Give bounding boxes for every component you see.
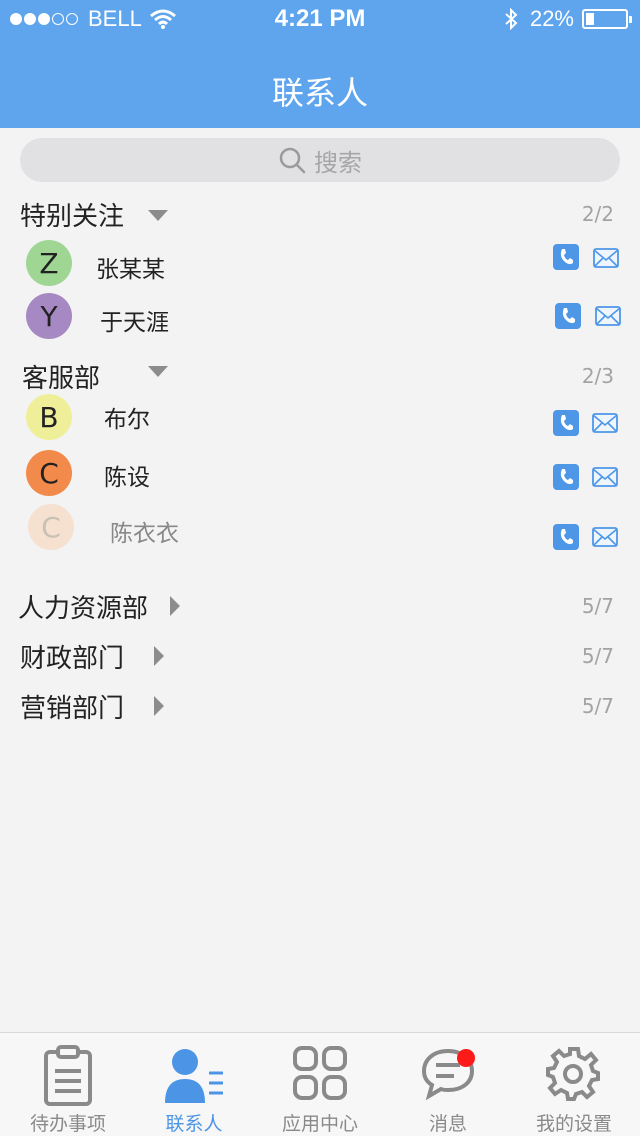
avatar: Z	[26, 240, 72, 286]
battery-percent: 22%	[529, 6, 574, 31]
contact-row[interactable]: C 陈衣衣	[0, 504, 640, 554]
email-button[interactable]	[595, 306, 621, 326]
contact-row[interactable]: Z 张某某	[0, 240, 640, 290]
nav-header: BELL 4:21 PM 22% 联系人	[0, 0, 640, 128]
contact-row[interactable]: Y 于天涯	[0, 293, 640, 343]
email-button[interactable]	[592, 467, 618, 487]
contact-name: 陈衣衣	[110, 521, 179, 547]
phone-icon	[560, 415, 573, 431]
mail-icon	[592, 527, 618, 547]
group-name: 人力资源部	[18, 594, 149, 624]
expand-arrow-icon	[148, 210, 168, 221]
search-placeholder: 搜索	[314, 148, 362, 177]
status-bar: BELL 4:21 PM 22%	[0, 0, 640, 40]
contacts-icon	[130, 1045, 258, 1107]
status-bar-right: 22%	[504, 6, 632, 32]
email-button[interactable]	[593, 248, 619, 268]
call-button[interactable]	[553, 410, 579, 436]
unread-badge	[457, 1049, 475, 1067]
collapse-arrow-icon	[170, 596, 180, 616]
page-title: 联系人	[271, 74, 368, 112]
phone-icon	[562, 308, 575, 324]
phone-icon	[560, 249, 573, 265]
contact-name: 陈设	[104, 465, 150, 491]
group-header-marketing[interactable]: 营销部门 5/7	[0, 684, 640, 728]
group-count: 5/7	[581, 694, 614, 718]
avatar: C	[28, 504, 74, 550]
tab-messages[interactable]: 消息	[384, 1033, 512, 1136]
app-grid-icon	[256, 1045, 384, 1107]
bluetooth-icon	[504, 8, 518, 30]
search-icon	[279, 147, 306, 174]
tab-todo[interactable]: 待办事项	[4, 1033, 132, 1136]
tab-label: 我的设置	[535, 1113, 612, 1135]
clipboard-icon	[4, 1045, 132, 1107]
tab-label: 联系人	[165, 1113, 223, 1135]
mail-icon	[592, 413, 618, 433]
call-button[interactable]	[553, 244, 579, 270]
email-button[interactable]	[592, 413, 618, 433]
group-name: 客服部	[22, 364, 101, 394]
phone-icon	[560, 469, 573, 485]
group-name: 财政部门	[20, 644, 125, 674]
group-header-customer-service[interactable]: 客服部 2/3	[0, 354, 640, 398]
search-input[interactable]: 搜索	[20, 138, 620, 182]
group-count: 2/2	[581, 202, 614, 226]
message-icon	[384, 1045, 512, 1107]
collapse-arrow-icon	[154, 646, 164, 666]
tab-label: 消息	[428, 1113, 467, 1135]
call-button[interactable]	[555, 303, 581, 329]
avatar: Y	[26, 293, 72, 339]
tab-bar: 待办事项 联系人 应用中心 消息 我的设置	[0, 1032, 640, 1136]
contact-name: 于天涯	[100, 310, 169, 336]
contact-name: 张某某	[96, 257, 165, 283]
group-header-finance[interactable]: 财政部门 5/7	[0, 634, 640, 678]
contact-name: 布尔	[104, 407, 150, 433]
avatar: C	[26, 450, 72, 496]
group-name: 特别关注	[20, 202, 125, 232]
tab-label: 应用中心	[281, 1113, 358, 1135]
phone-icon	[560, 529, 573, 545]
email-button[interactable]	[592, 527, 618, 547]
call-button[interactable]	[553, 524, 579, 550]
contact-row[interactable]: B 布尔	[0, 394, 640, 444]
group-count: 2/3	[581, 364, 614, 388]
tab-contacts[interactable]: 联系人	[130, 1033, 258, 1136]
tab-app-center[interactable]: 应用中心	[256, 1033, 384, 1136]
battery-icon	[582, 9, 632, 29]
collapse-arrow-icon	[154, 696, 164, 716]
group-name: 营销部门	[20, 694, 125, 724]
group-count: 5/7	[581, 594, 614, 618]
avatar: B	[26, 394, 72, 440]
contact-row[interactable]: C 陈设	[0, 450, 640, 500]
battery-level	[586, 13, 595, 25]
expand-arrow-icon	[148, 366, 168, 377]
mail-icon	[593, 248, 619, 268]
mail-icon	[592, 467, 618, 487]
call-button[interactable]	[553, 464, 579, 490]
tab-settings[interactable]: 我的设置	[510, 1033, 638, 1136]
group-header-special[interactable]: 特别关注 2/2	[0, 192, 640, 236]
group-header-hr[interactable]: 人力资源部 5/7	[0, 584, 640, 628]
gear-icon	[510, 1045, 638, 1107]
mail-icon	[595, 306, 621, 326]
group-count: 5/7	[581, 644, 614, 668]
tab-label: 待办事项	[29, 1113, 106, 1135]
